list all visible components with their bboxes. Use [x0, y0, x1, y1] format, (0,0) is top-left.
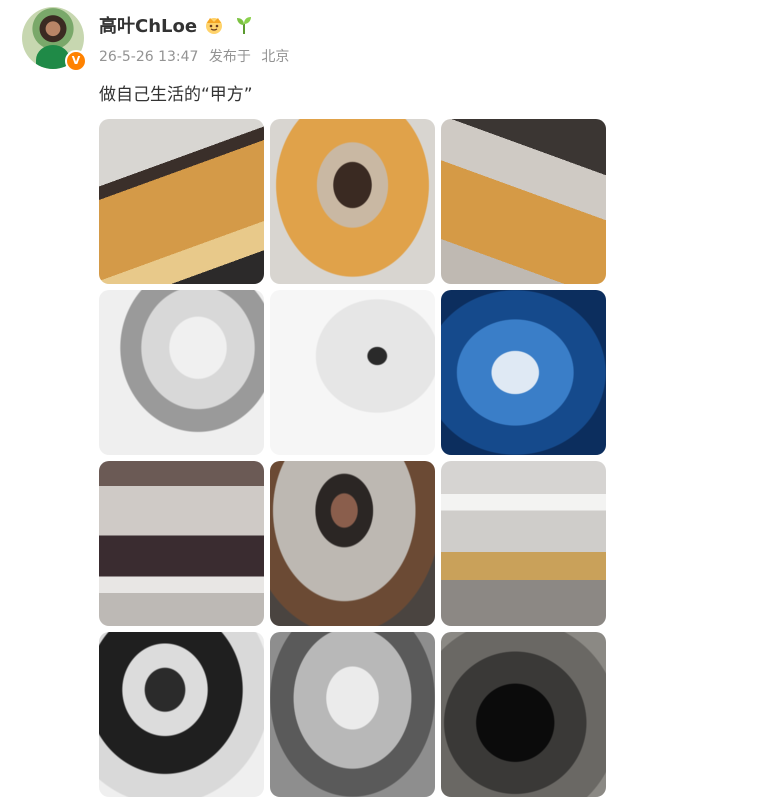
post-text: 做自己生活的“甲方”: [99, 85, 253, 105]
photo-6[interactable]: [441, 290, 606, 455]
post-location: 北京: [261, 49, 290, 65]
crown-icon[interactable]: [203, 14, 225, 36]
user-name[interactable]: 高叶ChLoe: [99, 12, 197, 38]
user-name-row: 高叶ChLoe: [99, 12, 253, 38]
photo-9[interactable]: [441, 461, 606, 626]
post-source-prefix: 发布于: [208, 49, 251, 65]
photo-10[interactable]: [99, 632, 264, 797]
verified-badge-icon: V: [65, 50, 87, 72]
avatar[interactable]: V: [22, 7, 87, 72]
photo-3[interactable]: [441, 119, 606, 284]
photo-2[interactable]: [270, 119, 435, 284]
post-meta: 26-5-26 13:47 发布于 北京: [99, 46, 295, 66]
photo-4[interactable]: [99, 290, 264, 455]
photo-1[interactable]: [99, 119, 264, 284]
photo-8[interactable]: [270, 461, 435, 626]
photo-11[interactable]: [270, 632, 435, 797]
photo-7[interactable]: [99, 461, 264, 626]
photo-5[interactable]: [270, 290, 435, 455]
photo-12[interactable]: [441, 632, 606, 797]
photo-grid: [99, 119, 606, 797]
sprout-icon[interactable]: [235, 15, 253, 35]
post-date[interactable]: 26-5-26 13:47: [99, 49, 198, 65]
